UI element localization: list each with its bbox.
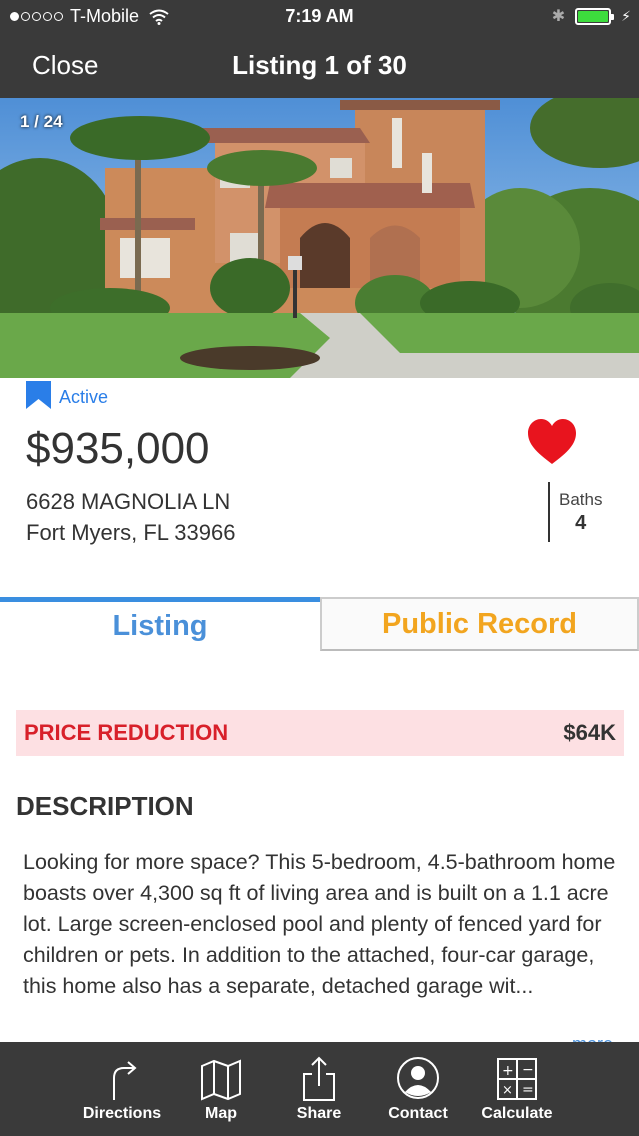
directions-label: Directions	[82, 1105, 162, 1122]
listing-status: Active	[59, 386, 109, 407]
folded-map-icon	[201, 1059, 241, 1101]
calculate-label: Calculate	[481, 1105, 553, 1122]
baths-value: 4	[575, 512, 587, 534]
status-bar: T-Mobile 7:19 AM ✱ ⚡	[0, 0, 639, 32]
navigation-bar: Close Listing 1 of 30	[0, 40, 639, 92]
photo-counter: 1 / 24	[20, 112, 63, 131]
svg-text:+: +	[502, 1063, 514, 1079]
heart-icon[interactable]	[526, 418, 578, 466]
share-label: Share	[296, 1105, 342, 1122]
house-photo-illustration	[0, 98, 639, 378]
address-street: 6628 MAGNOLIA LN	[26, 489, 231, 514]
status-time: 7:19 AM	[285, 6, 354, 26]
svg-text:−: −	[522, 1062, 534, 1078]
battery-icon	[575, 7, 615, 25]
listing-price: $935,000	[26, 424, 210, 473]
description-text: Looking for more space? This 5-bedroom, …	[23, 850, 616, 998]
price-reduction-label: PRICE REDUCTION	[24, 720, 229, 745]
directions-button[interactable]: Directions	[67, 1042, 177, 1136]
baths-label: Baths	[559, 490, 603, 509]
price-reduction-value: $64K	[563, 720, 616, 745]
bluetooth-icon: ✱	[551, 8, 566, 25]
svg-text:×: ×	[502, 1083, 513, 1098]
description-heading: DESCRIPTION	[16, 791, 194, 821]
status-tag: Active	[26, 381, 108, 409]
turn-arrow-icon	[113, 1061, 137, 1100]
person-icon	[397, 1057, 439, 1099]
map-button[interactable]: Map	[166, 1042, 276, 1136]
detail-tabs: Listing Public Record	[0, 597, 639, 651]
top-bar: T-Mobile 7:19 AM ✱ ⚡ Close Listing 1 of …	[0, 0, 639, 98]
address-city: Fort Myers, FL 33966	[26, 520, 236, 545]
page-title: Listing 1 of 30	[232, 50, 407, 80]
price-reduction-banner: PRICE REDUCTION $64K	[16, 710, 624, 756]
tab-listing[interactable]: Listing	[0, 597, 320, 651]
contact-label: Contact	[388, 1105, 448, 1122]
svg-text:=: =	[522, 1082, 534, 1098]
map-label: Map	[205, 1105, 237, 1122]
charging-icon: ⚡	[621, 7, 631, 24]
bookmark-icon	[26, 381, 51, 409]
tab-public-record[interactable]: Public Record	[320, 597, 639, 651]
status-right: ✱ ⚡	[552, 6, 631, 26]
bottom-toolbar: Directions Map Share Contact + − × = Cal…	[0, 1042, 639, 1136]
calculator-icon: + − × =	[497, 1058, 537, 1100]
calculate-button[interactable]: + − × = Calculate	[462, 1042, 572, 1136]
share-button[interactable]: Share	[264, 1042, 374, 1136]
listing-photo[interactable]: 1 / 24	[0, 98, 639, 378]
baths-stat: Baths 4	[548, 482, 602, 542]
share-icon	[303, 1056, 335, 1101]
contact-button[interactable]: Contact	[363, 1042, 473, 1136]
